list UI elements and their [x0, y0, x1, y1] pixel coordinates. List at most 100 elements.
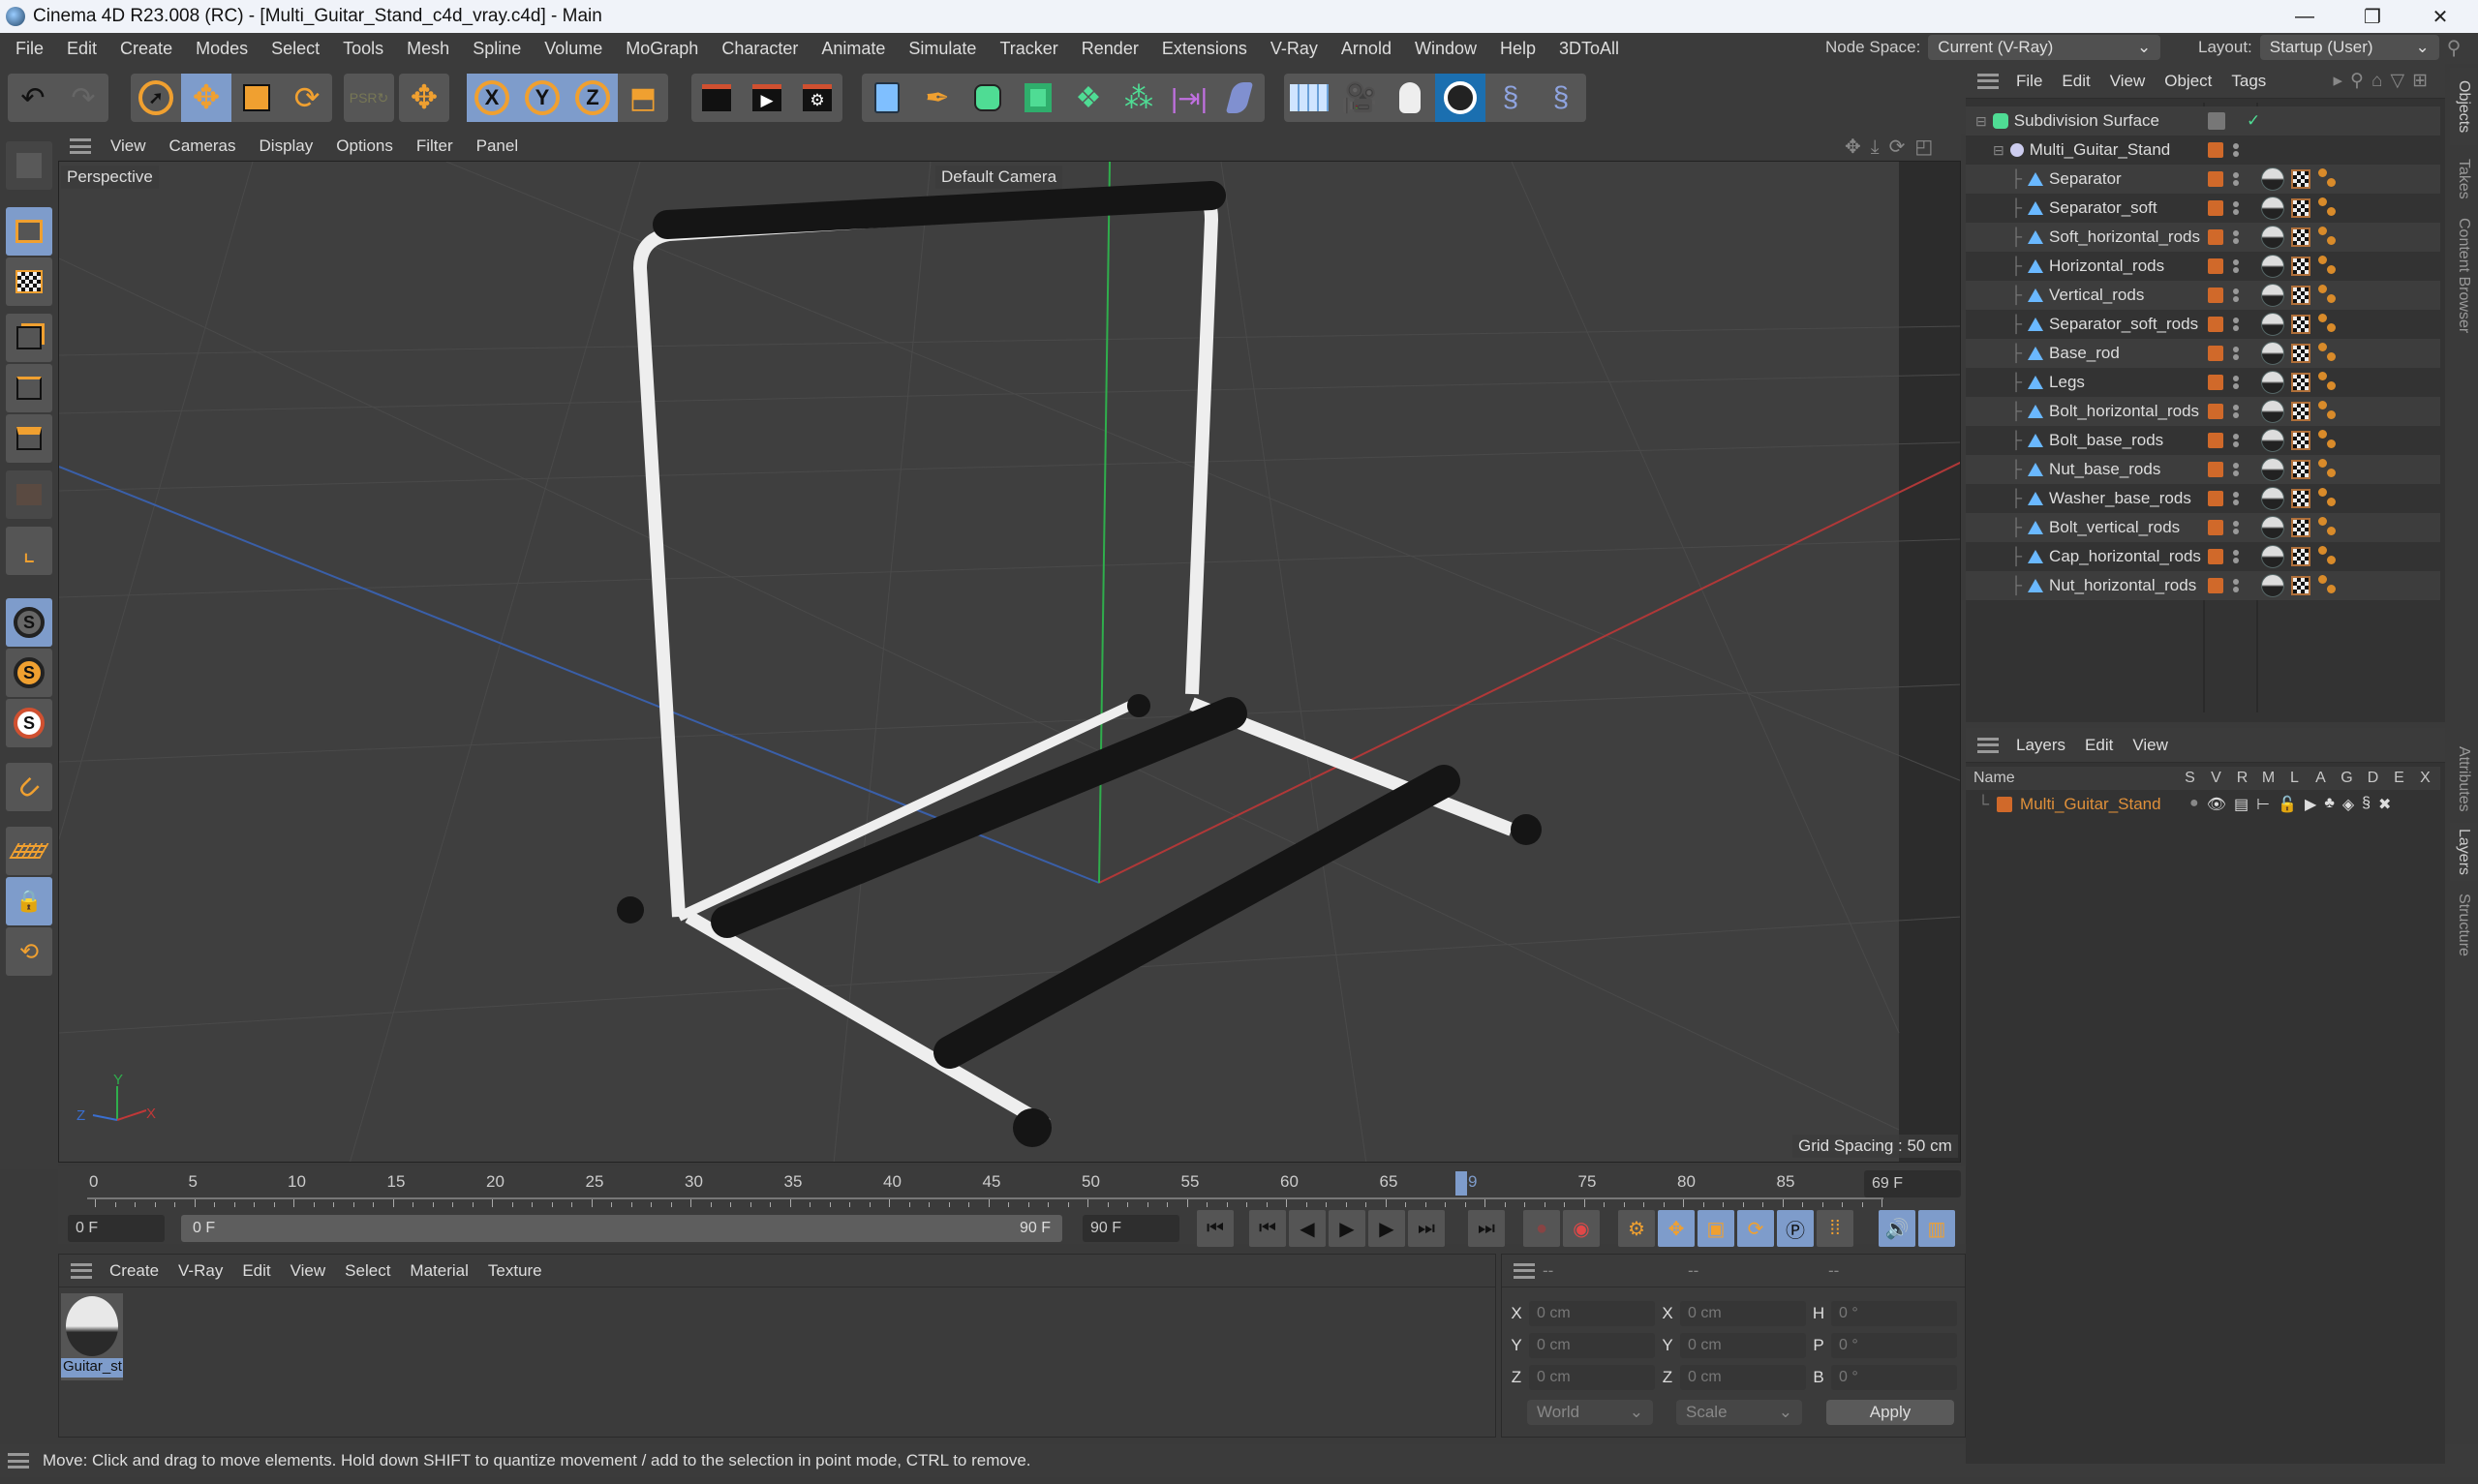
menu-tracker[interactable]: Tracker — [988, 39, 1069, 59]
menu-edit[interactable]: Edit — [55, 39, 108, 59]
object-row[interactable]: ├ Separator_soft_rods — [1966, 310, 2440, 339]
vray-tag-icon[interactable] — [2318, 517, 2340, 538]
menu-mograph[interactable]: MoGraph — [614, 39, 710, 59]
visibility-dots[interactable] — [2233, 141, 2239, 159]
viewport-menu-cameras[interactable]: Cameras — [158, 136, 248, 156]
object-menu-file[interactable]: File — [2006, 72, 2052, 91]
menu-extensions[interactable]: Extensions — [1150, 39, 1259, 59]
keyframe-selection-button[interactable]: ⚙ — [1618, 1210, 1655, 1247]
material-menu-edit[interactable]: Edit — [232, 1261, 280, 1281]
visibility-dots[interactable] — [2233, 170, 2239, 188]
coordinate-system-dropdown[interactable]: World ⌄ — [1527, 1400, 1653, 1425]
layer-row[interactable]: └ Multi_Guitar_Stand ● 👁 ▤ ⊢ 🔓 ▶ ♣ ◈ § ✖ — [1966, 792, 2440, 817]
material-menu-icon[interactable] — [71, 1262, 92, 1279]
vray-tag-icon[interactable] — [2318, 168, 2340, 190]
tab-attributes[interactable]: Attributes — [2450, 736, 2477, 823]
object-row[interactable]: ├ Nut_base_rods — [1966, 455, 2440, 484]
object-row-multi-guitar-stand[interactable]: ⊟ Multi_Guitar_Stand — [1966, 136, 2440, 165]
vray-tag-icon[interactable] — [2318, 343, 2340, 364]
autokey-button[interactable]: ◉ — [1563, 1210, 1600, 1247]
material-menu-select[interactable]: Select — [335, 1261, 400, 1281]
object-row[interactable]: ├ Bolt_horizontal_rods — [1966, 397, 2440, 426]
visibility-dots[interactable] — [2233, 461, 2239, 478]
node-space-dropdown[interactable]: Current (V-Ray) ⌄ — [1928, 35, 2161, 60]
object-row[interactable]: ├ Soft_horizontal_rods — [1966, 223, 2440, 252]
collapse-icon[interactable]: ⊟ — [1975, 113, 1987, 130]
render-view-button[interactable] — [691, 74, 742, 122]
current-frame-field[interactable]: 69 F — [1864, 1170, 1961, 1197]
texture-tag-icon[interactable] — [2291, 373, 2310, 392]
python-icon[interactable]: § — [2362, 795, 2371, 814]
vray-tag-icon[interactable] — [2318, 430, 2340, 451]
menu-tools[interactable]: Tools — [331, 39, 395, 59]
tab-objects[interactable]: Objects — [2450, 68, 2477, 145]
orbit-icon[interactable]: ⟳ — [1889, 136, 1915, 158]
polygon-mode-button[interactable] — [6, 414, 52, 463]
object-row[interactable]: ├ Legs — [1966, 368, 2440, 397]
model-mode-button[interactable] — [6, 207, 52, 256]
object-menu-icon[interactable] — [1977, 73, 1999, 89]
material-tag-icon[interactable] — [2261, 487, 2284, 510]
vray-tag-icon[interactable] — [2318, 488, 2340, 509]
layer-color-swatch[interactable] — [2208, 229, 2223, 245]
vray-tag-icon[interactable] — [2318, 459, 2340, 480]
layer-menu-view[interactable]: View — [2123, 736, 2178, 755]
layer-menu-icon[interactable] — [1977, 737, 1999, 753]
column-manager[interactable]: M — [2255, 770, 2281, 787]
coordinate-system-button[interactable]: ⬒ — [618, 74, 668, 122]
previous-frame-button[interactable]: ◀ — [1289, 1210, 1326, 1247]
pan-icon[interactable]: ✥ — [1845, 136, 1871, 158]
column-animation[interactable]: A — [2308, 770, 2334, 787]
pos-x-field[interactable]: 0 cm — [1529, 1301, 1655, 1326]
object-menu-tags[interactable]: Tags — [2221, 72, 2276, 91]
menu-animate[interactable]: Animate — [810, 39, 897, 59]
python-button-1[interactable]: § — [1485, 74, 1536, 122]
menu-3dtoall[interactable]: 3DToAll — [1547, 39, 1631, 59]
new-window-icon[interactable]: ⊞ — [2412, 71, 2435, 91]
pos-z-field[interactable]: 0 cm — [1529, 1365, 1655, 1390]
light-button[interactable] — [1385, 74, 1435, 122]
eye-icon[interactable]: 👁 — [2207, 795, 2226, 814]
minimize-button[interactable]: — — [2271, 0, 2339, 33]
vray-tag-icon[interactable] — [2318, 575, 2340, 596]
xref-icon[interactable]: ✖ — [2378, 795, 2391, 814]
menu-spline[interactable]: Spline — [461, 39, 533, 59]
texture-tag-icon[interactable] — [2291, 286, 2310, 305]
material-menu-texture[interactable]: Texture — [478, 1261, 552, 1281]
tab-takes[interactable]: Takes — [2450, 150, 2477, 208]
edge-mode-button[interactable] — [6, 364, 52, 412]
psr-button[interactable]: PSR↻ — [344, 74, 394, 122]
visibility-dots[interactable] — [2233, 287, 2239, 304]
hierarchy-icon[interactable]: ⊢ — [2256, 795, 2270, 814]
layer-color-swatch[interactable] — [2208, 288, 2223, 303]
timeline-button[interactable]: ▥ — [1918, 1210, 1955, 1247]
layer-color-swatch[interactable] — [2208, 317, 2223, 332]
viewport-menu-display[interactable]: Display — [248, 136, 325, 156]
vray-button[interactable] — [1435, 74, 1485, 122]
material-menu-create[interactable]: Create — [100, 1261, 168, 1281]
layer-menu-layers[interactable]: Layers — [2006, 736, 2075, 755]
key-scale-button[interactable]: ▣ — [1698, 1210, 1734, 1247]
key-position-button[interactable]: ✥ — [1658, 1210, 1695, 1247]
transform-button[interactable]: ✥ — [399, 74, 449, 122]
vray-tag-icon[interactable] — [2318, 256, 2340, 277]
axis-mode-button[interactable]: ⌞ — [6, 527, 52, 575]
layer-menu-edit[interactable]: Edit — [2075, 736, 2123, 755]
uv-mode-button[interactable] — [6, 470, 52, 519]
tab-content-browser[interactable]: Content Browser — [2450, 213, 2477, 339]
rot-p-field[interactable]: 0 ° — [1831, 1333, 1957, 1358]
snap-settings-button[interactable]: S — [6, 649, 52, 697]
start-frame-field[interactable]: 0 F — [68, 1215, 165, 1242]
material-tag-icon[interactable] — [2261, 197, 2284, 220]
object-row[interactable]: ├ Base_rod — [1966, 339, 2440, 368]
vray-tag-icon[interactable] — [2318, 285, 2340, 306]
expand-arrow-icon[interactable]: ▸ — [2334, 71, 2351, 91]
key-rotation-button[interactable]: ⟳ — [1737, 1210, 1774, 1247]
z-axis-button[interactable]: Z — [567, 74, 618, 122]
material-tag-icon[interactable] — [2261, 255, 2284, 278]
texture-tag-icon[interactable] — [2291, 169, 2310, 189]
workplane-align-button[interactable]: ⟲ — [6, 927, 52, 976]
material-tag-icon[interactable] — [2261, 574, 2284, 597]
coordinates-menu-icon[interactable] — [1514, 1262, 1535, 1279]
camera-button[interactable]: 🎥 — [1334, 74, 1385, 122]
